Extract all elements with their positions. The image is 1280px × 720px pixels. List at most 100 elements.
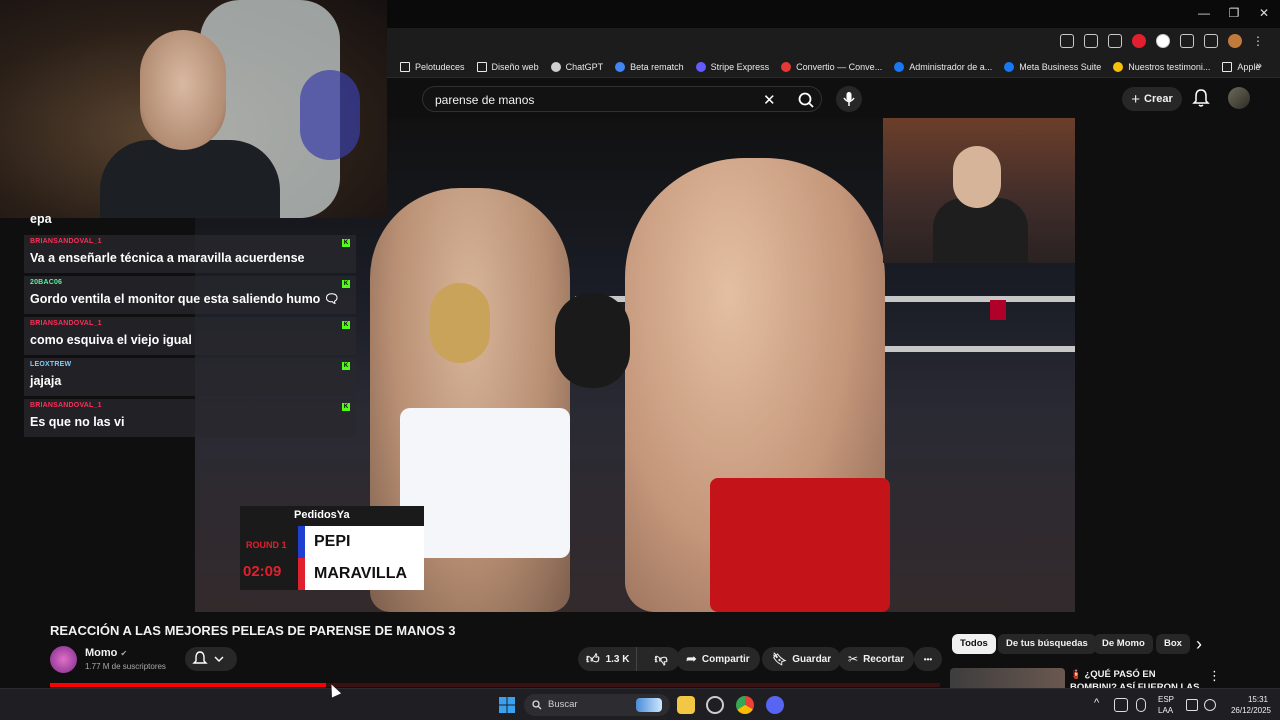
recommended-menu-icon[interactable]: ⋮ [1208,668,1221,684]
tray-language-top[interactable]: ESP [1158,695,1174,704]
channel-name[interactable]: Momo ✔ [85,647,127,659]
clip-button[interactable]: ✂ Recortar [838,647,915,671]
browser-toolbar-icons: ⋮ [1060,34,1266,48]
bookmark-label: Nuestros testimoni... [1128,61,1211,72]
clock-time[interactable]: 15:31 [1240,695,1276,704]
meta-icon [894,61,905,72]
webcam-person-body [933,198,1028,263]
discord-icon[interactable] [766,696,784,714]
dislike-button[interactable]: 👎︎ [642,647,680,671]
tray-volume-icon[interactable] [1204,699,1216,711]
extension-white-icon[interactable] [1156,34,1170,48]
profile-avatar-icon[interactable] [1228,34,1242,48]
bookmark-label: ChatGPT [565,61,604,72]
bookmark-item[interactable]: Pelotudeces [400,61,465,72]
bookmark-item[interactable]: Apple [1222,61,1260,72]
filter-chip[interactable]: De Momo [1094,634,1153,654]
chrome-icon[interactable] [736,696,754,714]
bookmark-item[interactable]: Beta rematch [615,61,684,72]
fighter-left-shorts [400,408,570,558]
bookmark-item[interactable]: Diseño web [476,61,539,72]
bookmark-item[interactable]: Administrador de a... [894,61,993,72]
more-actions-button[interactable]: ••• [914,647,942,671]
round-label: ROUND 1 [246,540,287,550]
search-box[interactable]: parense de manos ✕ [422,86,822,112]
maximize-button[interactable]: ❐ [1220,6,1248,22]
channel-avatar[interactable] [50,646,77,673]
bookmark-item[interactable]: Stripe Express [695,61,770,72]
app-circle-icon[interactable] [706,696,724,714]
chat-text: jajaja [30,374,62,388]
tray-overflow-icon[interactable]: ^ [1094,697,1099,709]
tray-language-bottom[interactable]: LAA [1158,706,1173,715]
video-progress-fill [50,683,326,687]
rgb-light [300,70,360,160]
filter-chip[interactable]: De tus búsquedas [998,634,1096,654]
bookmark-label: Convertio — Conve... [796,61,883,72]
tray-sync-icon[interactable] [1114,698,1128,712]
bookmark-item[interactable]: ChatGPT [550,61,604,72]
bookmark-label: Meta Business Suite [1019,61,1102,72]
minimize-button[interactable]: — [1190,6,1218,22]
chips-next-arrow-icon[interactable]: › [1196,634,1202,655]
save-button[interactable]: 🔖︎ Guardar [762,647,842,671]
clock-date[interactable]: 26/12/2025 [1226,706,1276,715]
file-explorer-icon[interactable] [677,696,695,714]
chat-message: 20BAC06 Gordo ventila el monitor que esta… [24,276,356,314]
fighter-top-box: PEPI [298,526,424,558]
more-bookmarks-icon[interactable]: » [1256,60,1262,72]
meta-icon [1004,61,1015,72]
subscriber-count: 1.77 M de suscriptores [85,662,166,671]
chat-message: BRIANSANDOVAL_1 como esquiva el viejo igu… [24,317,356,355]
eye-off-icon[interactable] [1084,34,1098,48]
reactor-webcam-secondary [883,118,1075,263]
clip-label: Recortar [863,653,905,665]
chatgpt-icon [550,61,561,72]
ring-sponsor-banner [990,300,1006,320]
browser-menu-icon[interactable]: ⋮ [1252,34,1266,48]
scissors-icon: ✂ [848,652,859,666]
chat-username: BRIANSANDOVAL_1 [30,238,102,245]
video-title: REACCIÓN A LAS MEJORES PELEAS DE PARENSE… [50,623,456,638]
bookmark-item[interactable]: Nuestros testimoni... [1113,61,1211,72]
notifications-bell-icon[interactable] [1192,88,1210,108]
tray-network-icon[interactable] [1186,699,1198,711]
taskbar-search-placeholder: Buscar [548,699,578,710]
black-glove [555,293,630,388]
cast-icon[interactable] [1060,34,1074,48]
subscription-bell-button[interactable] [185,647,237,671]
create-button[interactable]: + Crear [1122,87,1182,111]
taskbar-search[interactable]: Buscar [524,694,670,716]
fighter-right-shorts [710,478,890,612]
tray-mic-icon[interactable] [1136,698,1146,712]
mic-icon[interactable] [836,86,862,112]
fighter-top-name: PEPI [314,533,351,550]
video-progress-bar[interactable] [50,683,940,687]
account-avatar[interactable] [1228,87,1250,109]
extensions-puzzle-icon[interactable] [1180,34,1194,48]
chat-username: LEOXTREW [30,361,72,368]
bookmark-item[interactable]: Meta Business Suite [1004,61,1102,72]
thumbs-up-icon: 👍︎ [586,651,600,666]
share-button[interactable]: ➦ Compartir [676,647,760,671]
stream-chat-overlay: epa BRIANSANDOVAL_1 Va a enseñarle técnica… [24,210,356,440]
search-icon[interactable] [791,90,821,110]
like-button[interactable]: 👍︎ 1.3 K [578,647,638,671]
chat-message: epa [24,210,356,232]
windows-start-icon[interactable] [498,696,516,714]
bookmark-label: Stripe Express [710,61,770,72]
windows-taskbar: Buscar ^ ESP LAA 15:31 26/12/2025 [0,688,1280,720]
recommended-thumbnail[interactable] [950,668,1065,690]
filter-chip[interactable]: Todos [952,634,996,654]
bookmark-label: Administrador de a... [909,61,993,72]
filter-chip[interactable]: Box [1156,634,1190,654]
chat-message: LEOXTREW jajaja K [24,358,356,396]
clear-search-icon[interactable]: ✕ [763,91,776,109]
share-icon: ➦ [686,651,697,666]
media-controls-icon[interactable] [1204,34,1218,48]
search-input[interactable]: parense de manos [435,93,534,107]
extension-red-icon[interactable] [1132,34,1146,48]
close-window-button[interactable]: ✕ [1250,6,1278,22]
bookmark-item[interactable]: Convertio — Conve... [781,61,883,72]
bookmark-star-icon[interactable] [1108,34,1122,48]
